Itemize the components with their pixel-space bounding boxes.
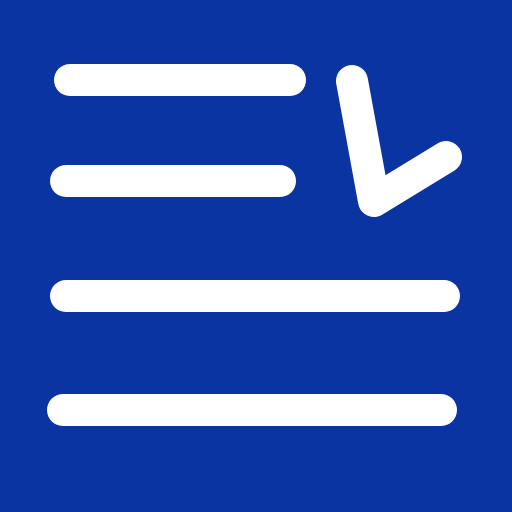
list-check-icon [0,0,512,512]
